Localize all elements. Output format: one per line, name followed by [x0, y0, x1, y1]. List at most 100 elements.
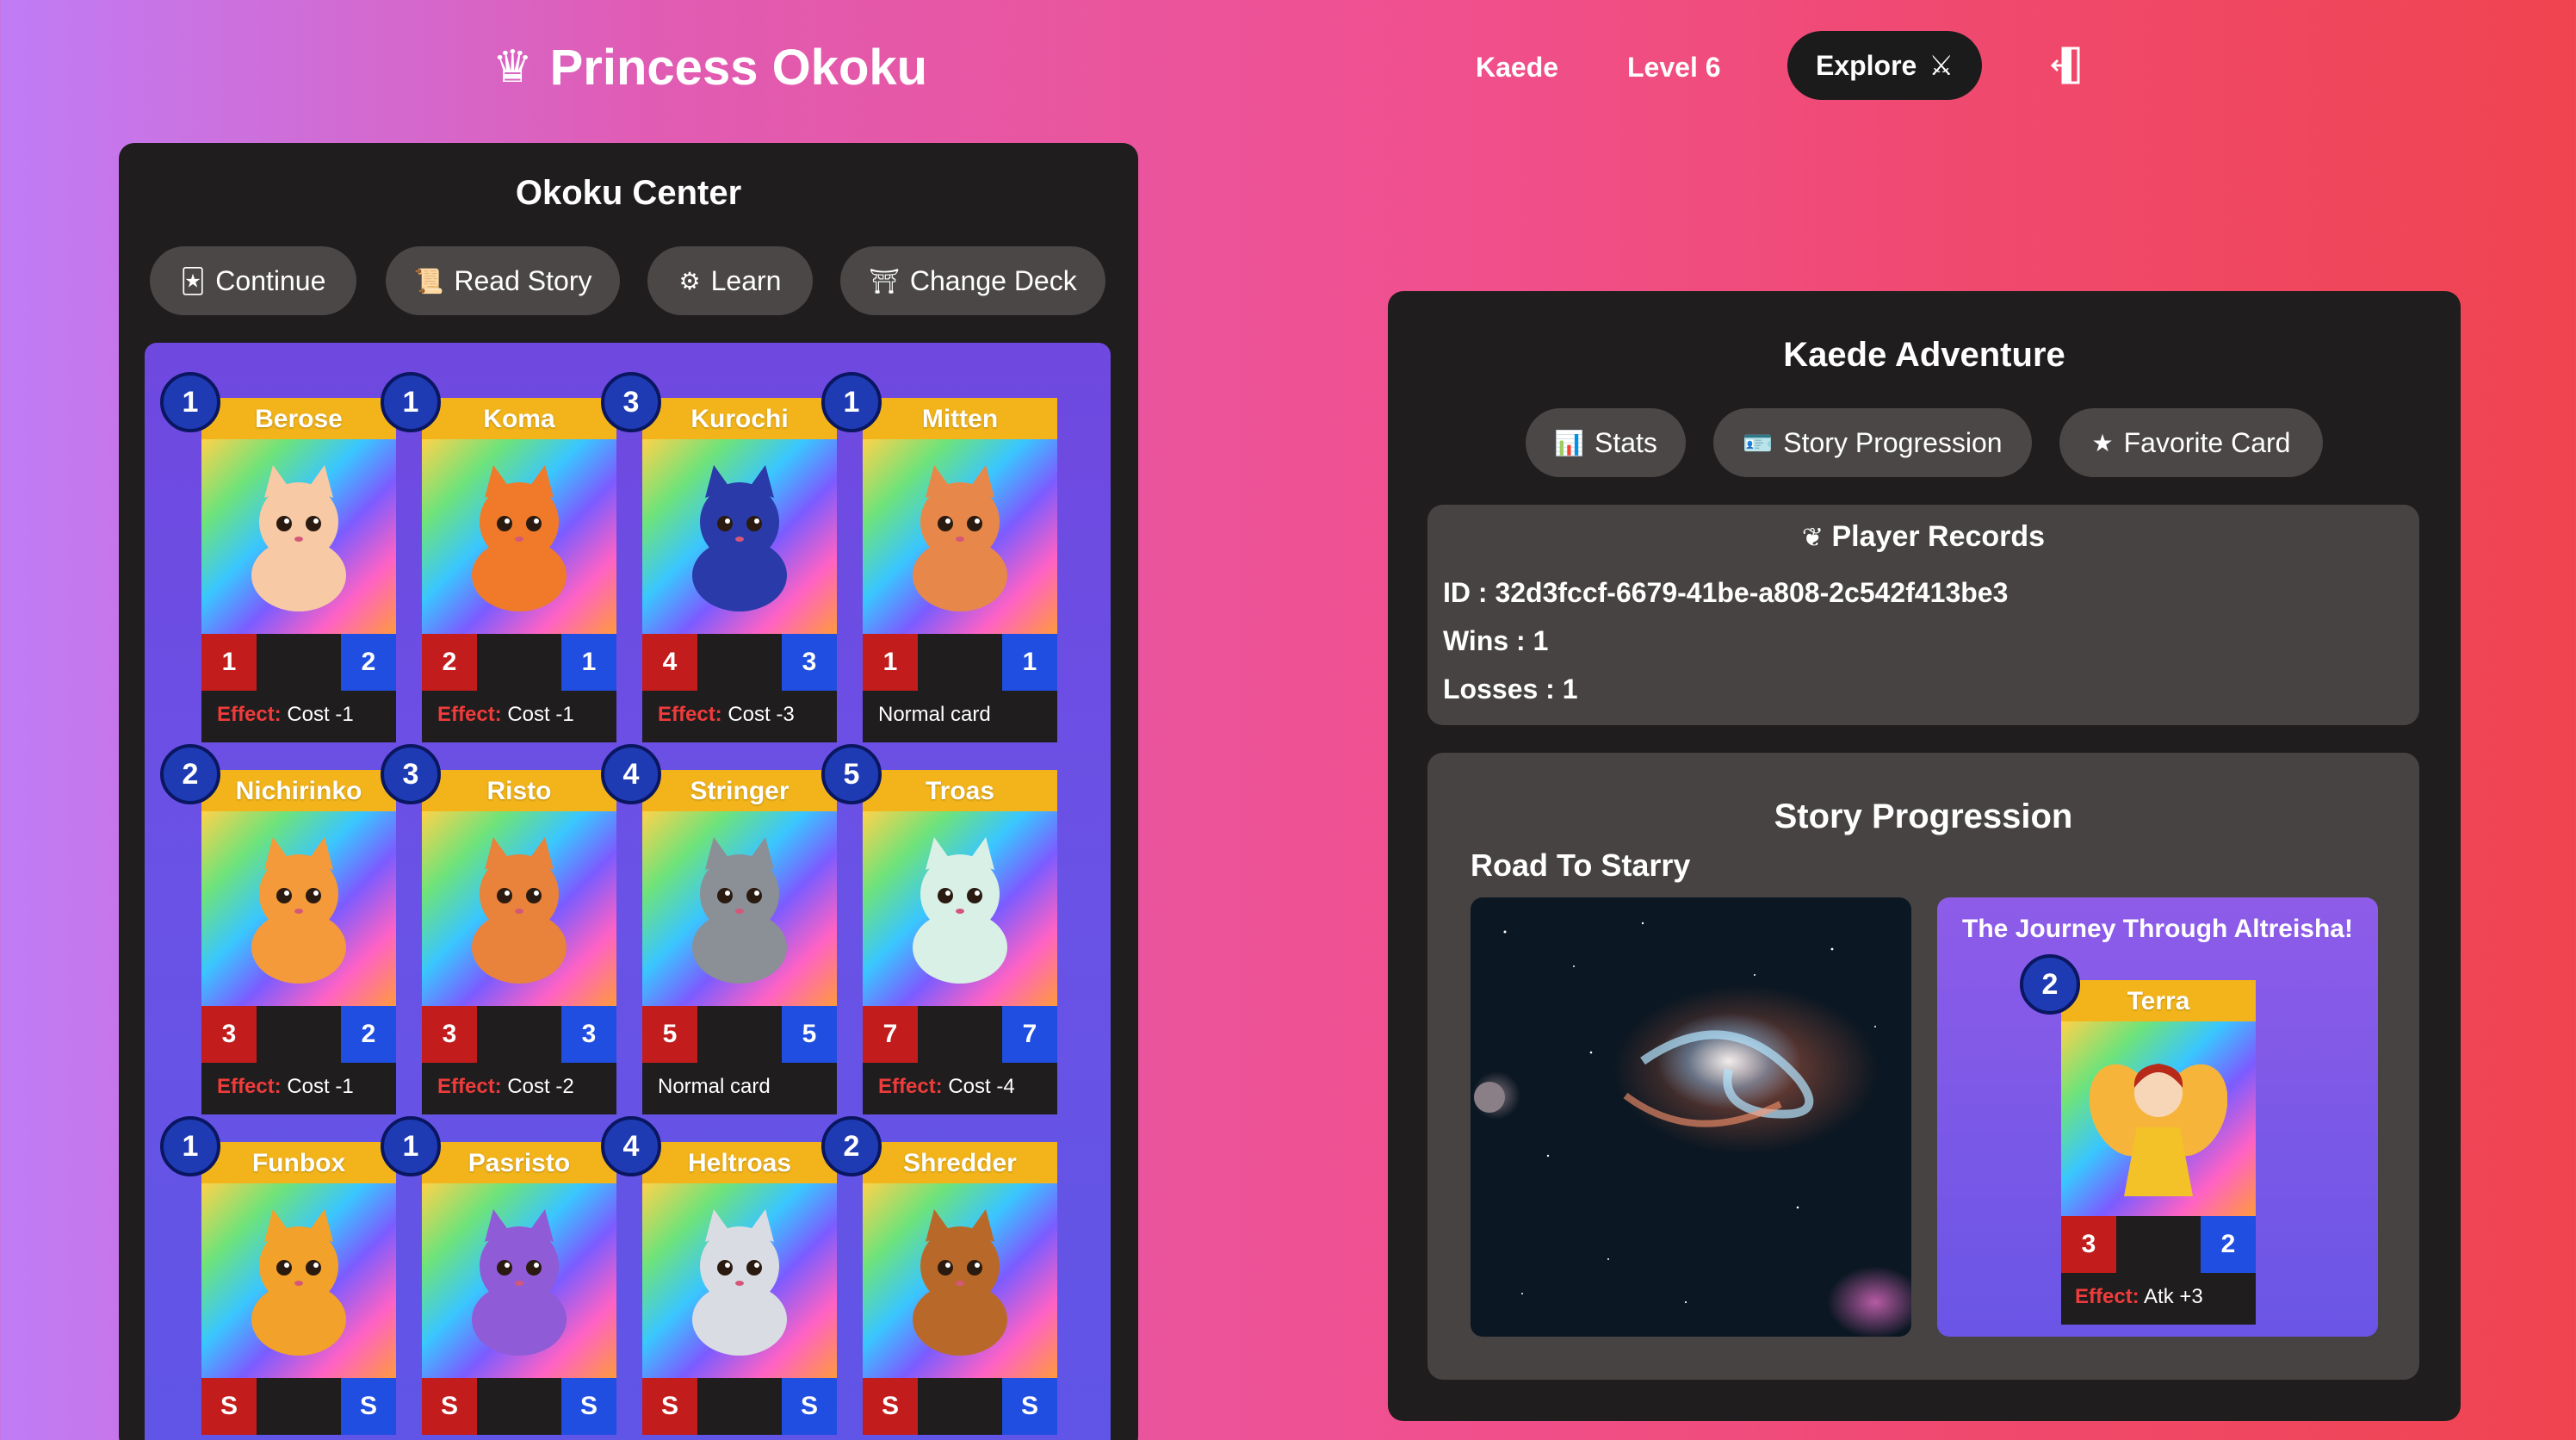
card-name: Pasristo: [422, 1142, 616, 1183]
cat-figure-icon: [692, 837, 787, 984]
card-defense: 2: [341, 634, 396, 691]
card-effect: Effect: Cost -4: [863, 1063, 1057, 1114]
card-cost-badge: 1: [821, 372, 882, 432]
card-stats: 55: [642, 1006, 837, 1063]
deck-card[interactable]: Heltroas S S: [642, 1142, 837, 1440]
tab-story-progression[interactable]: 🪪 Story Progression: [1713, 408, 2032, 477]
card-effect-label: Effect:: [2075, 1285, 2139, 1308]
story-chapter-image[interactable]: [1471, 897, 1911, 1337]
tab-stats-label: Stats: [1594, 426, 1657, 458]
chapter-title: Road To Starry: [1471, 847, 1691, 883]
username-link[interactable]: Kaede: [1476, 34, 1558, 100]
brand-title: Princess Okoku: [549, 39, 928, 96]
card-effect-label: Effect:: [878, 1075, 943, 1098]
card-art: [863, 439, 1057, 634]
deck-card[interactable]: Funbox S S: [201, 1142, 396, 1440]
deck-card[interactable]: Berose 1 2 Effect: Cost -1: [201, 398, 396, 742]
crossed-swords-icon: ⚔: [1929, 50, 1954, 81]
deck-card[interactable]: Troas 7 7 Effect: Cost -4: [863, 770, 1057, 1114]
read-story-label: Read Story: [454, 264, 592, 296]
deck-card[interactable]: Mitten 1 1 Normal card: [863, 398, 1057, 742]
card-stats: 21: [422, 634, 616, 691]
card-attack: S: [863, 1378, 918, 1435]
card-art: [422, 439, 616, 634]
card-attack: 3: [2061, 1216, 2116, 1273]
card-effect-label: Effect:: [437, 703, 502, 726]
card-name: Stringer: [642, 770, 837, 811]
deck-card[interactable]: Koma 2 1 Effect: Cost -1: [422, 398, 616, 742]
read-story-button[interactable]: 📜 Read Story: [386, 246, 620, 315]
card-art: [642, 1183, 837, 1378]
card-effect-value: Cost -1: [287, 703, 354, 726]
level-link[interactable]: Level 6: [1627, 34, 1721, 100]
deck-card[interactable]: Stringer 5 5 Normal card: [642, 770, 837, 1114]
tab-favorite-card[interactable]: ★ Favorite Card: [2059, 408, 2323, 477]
card-cost-badge: 3: [381, 744, 441, 804]
card-stats: 77: [863, 1006, 1057, 1063]
card-cost-badge: 2: [160, 744, 220, 804]
card-name: Nichirinko: [201, 770, 396, 811]
reward-card[interactable]: Terra 3 2 Effect: Atk +3: [2061, 980, 2256, 1325]
card-effect-value: Normal card: [878, 703, 991, 726]
card-attack: 1: [863, 634, 918, 691]
card-effect: Effect: Cost -1: [201, 691, 396, 742]
tab-favorite-card-label: Favorite Card: [2123, 426, 2291, 458]
deck-card[interactable]: Risto 3 3 Effect: Cost -2: [422, 770, 616, 1114]
player-id: ID : 32d3fccf-6679-41be-a808-2c542f413be…: [1443, 577, 2009, 608]
card-art: [642, 439, 837, 634]
card-name: Heltroas: [642, 1142, 837, 1183]
story-progression-title: Story Progression: [1774, 798, 2073, 835]
card-effect-label: Effect:: [217, 1075, 282, 1098]
card-art: [201, 1183, 396, 1378]
star-icon: ★: [2091, 429, 2114, 456]
card-cost-badge: 3: [601, 372, 661, 432]
continue-button[interactable]: 🃏 Continue: [150, 246, 356, 315]
cat-figure-icon: [251, 1209, 346, 1356]
card-art: [863, 811, 1057, 1006]
card-attack: 4: [642, 634, 697, 691]
cat-figure-icon: [913, 1209, 1007, 1356]
learn-button[interactable]: ⚙ Learn: [647, 246, 813, 315]
explore-button[interactable]: Explore ⚔: [1787, 31, 1982, 100]
card-effect-label: Effect:: [437, 1075, 502, 1098]
card-cost-badge: 1: [160, 372, 220, 432]
card-stats: 32: [201, 1006, 396, 1063]
cat-figure-icon: [472, 837, 567, 984]
tab-stats[interactable]: 📊 Stats: [1526, 408, 1686, 477]
deck-card[interactable]: Shredder S S: [863, 1142, 1057, 1440]
card-defense: 2: [2201, 1216, 2256, 1273]
player-losses: Losses : 1: [1443, 673, 1578, 704]
card-stats: SS: [863, 1378, 1057, 1435]
card-effect: Effect: Atk +3: [2061, 1273, 2256, 1325]
card-effect-value: Atk +3: [2144, 1285, 2203, 1308]
card-icon: 🃏: [180, 267, 206, 295]
card-cost-badge: 1: [381, 372, 441, 432]
deck-card[interactable]: Kurochi 4 3 Effect: Cost -3: [642, 398, 837, 742]
card-effect-value: Cost -2: [507, 1075, 574, 1098]
card-effect: Effect: Cost -2: [422, 1063, 616, 1114]
card-name: Kurochi: [642, 398, 837, 439]
cat-figure-icon: [692, 465, 787, 611]
learn-label: Learn: [710, 264, 782, 296]
change-deck-button[interactable]: ⛩ Change Deck: [840, 246, 1105, 315]
card-attack: 1: [201, 634, 257, 691]
card-effect-value: Cost -3: [728, 703, 795, 726]
card-art: [201, 439, 396, 634]
card-name: Risto: [422, 770, 616, 811]
brand[interactable]: ♛ Princess Okoku: [492, 34, 927, 100]
card-effect-label: Effect:: [658, 703, 722, 726]
player-records-title: Player Records: [1831, 520, 2046, 553]
card-effect-value: Cost -1: [287, 1075, 354, 1098]
deck-card[interactable]: Nichirinko 3 2 Effect: Cost -1: [201, 770, 396, 1114]
card-art: [422, 1183, 616, 1378]
continue-label: Continue: [215, 264, 326, 296]
door-exit-icon[interactable]: [2051, 45, 2085, 86]
deck-card[interactable]: Pasristo S S: [422, 1142, 616, 1440]
bar-chart-icon: 📊: [1554, 429, 1584, 456]
reward-card-cost: 2: [2020, 954, 2080, 1015]
card-defense: 3: [782, 634, 837, 691]
card-defense: 7: [1002, 1006, 1057, 1063]
scroll-icon: 📜: [413, 267, 444, 295]
card-cost-badge: 2: [821, 1116, 882, 1176]
card-cost-badge: 5: [821, 744, 882, 804]
